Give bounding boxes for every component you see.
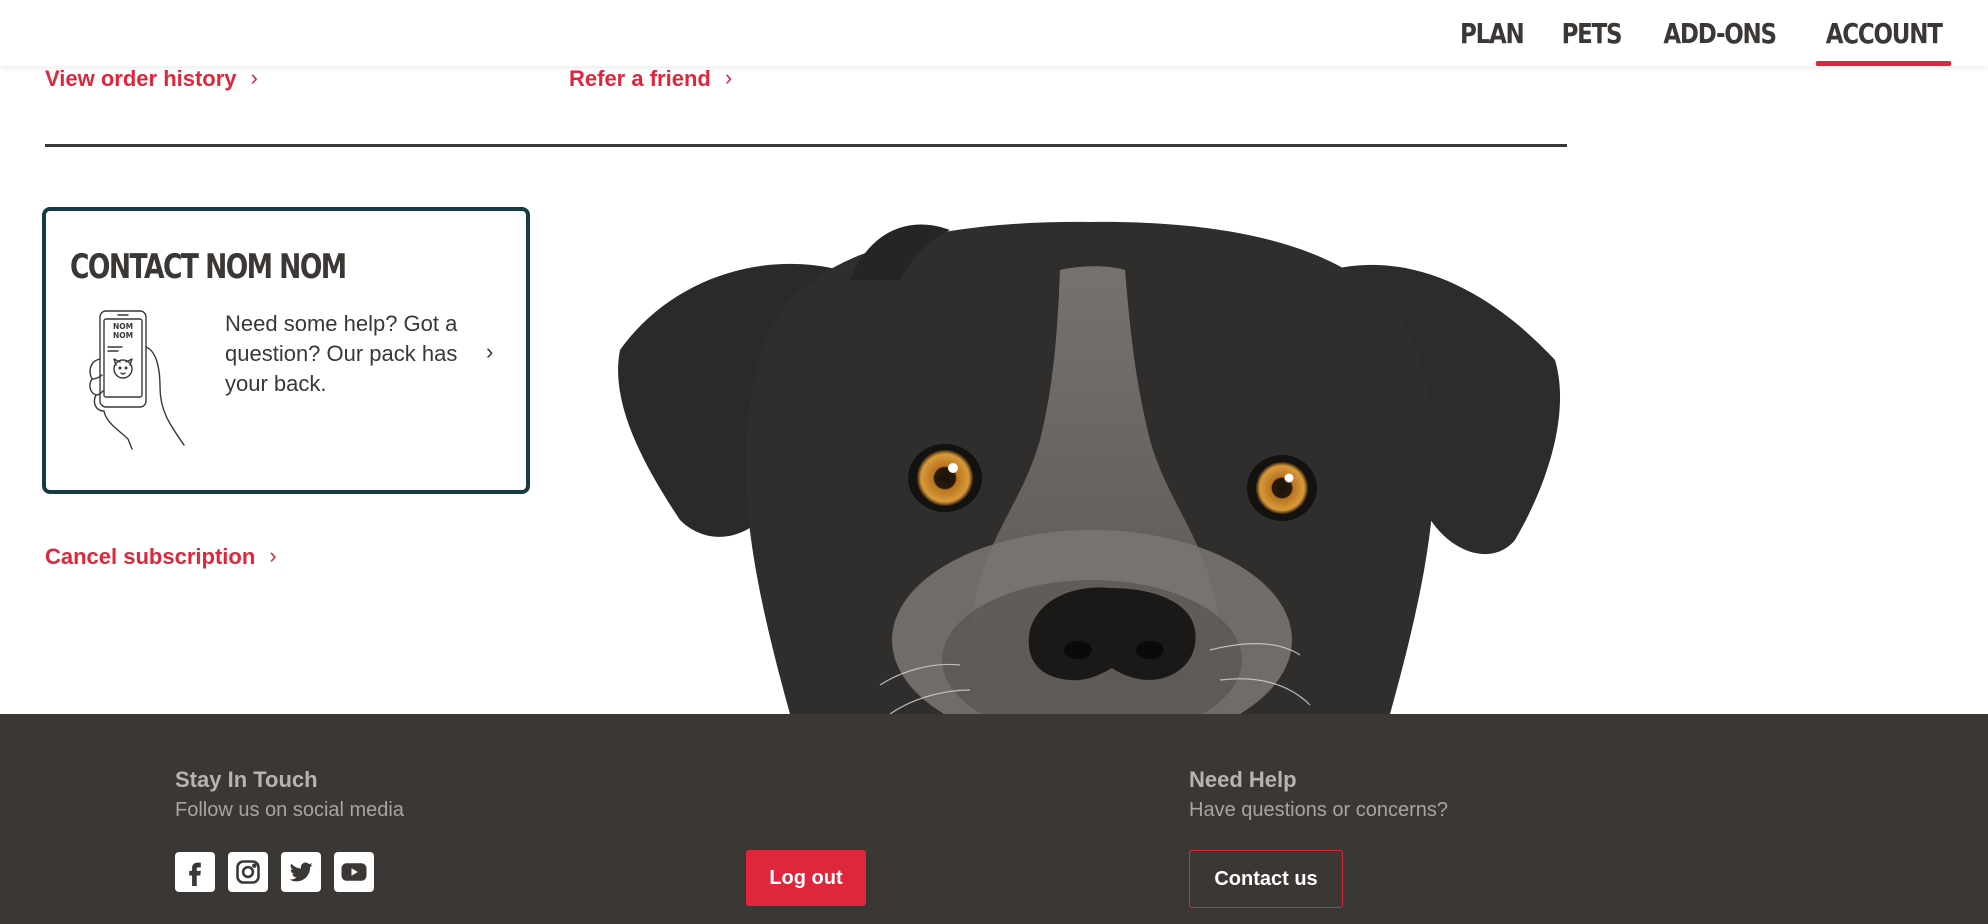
twitter-icon[interactable] bbox=[281, 852, 321, 892]
chevron-right-icon: › bbox=[250, 65, 258, 90]
chevron-right-icon: › bbox=[486, 339, 494, 364]
stay-in-touch-heading: Stay In Touch bbox=[175, 767, 318, 792]
contact-nom-nom-card[interactable]: CONTACT NOM NOM NOM NOM Need some help? … bbox=[42, 207, 530, 494]
main-nav: PLAN PETS ADD-ONS ACCOUNT bbox=[1441, 0, 1966, 66]
facebook-icon[interactable] bbox=[175, 852, 215, 892]
footer: Stay In Touch Follow us on social media … bbox=[0, 714, 1988, 924]
need-help-subheading: Have questions or concerns? bbox=[1189, 799, 1449, 821]
cancel-subscription-label: Cancel subscription bbox=[45, 544, 256, 569]
phone-screen-logo-bottom: NOM bbox=[113, 331, 133, 340]
dog-photo bbox=[618, 221, 1561, 714]
nav-add-ons[interactable]: ADD-ONS bbox=[1654, 0, 1786, 66]
refer-a-friend-link[interactable]: Refer a friend › bbox=[569, 65, 733, 92]
log-out-button[interactable]: Log out bbox=[746, 850, 866, 906]
phone-in-hand-icon: NOM NOM bbox=[89, 310, 185, 450]
chevron-right-icon: › bbox=[724, 65, 733, 90]
instagram-icon[interactable] bbox=[228, 852, 268, 892]
social-links bbox=[175, 852, 374, 892]
chevron-right-icon: › bbox=[269, 543, 277, 568]
refer-a-friend-label: Refer a friend bbox=[569, 66, 711, 91]
nav-plan[interactable]: PLAN bbox=[1450, 0, 1533, 66]
nav-pets[interactable]: PETS bbox=[1551, 0, 1630, 66]
youtube-icon[interactable] bbox=[334, 852, 374, 892]
contact-card-description: Need some help? Got a question? Our pack… bbox=[225, 311, 458, 396]
stay-in-touch-subheading: Follow us on social media bbox=[175, 799, 404, 821]
phone-screen-logo-top: NOM bbox=[113, 322, 133, 331]
contact-card-title: CONTACT NOM NOM bbox=[70, 247, 347, 287]
contact-us-button[interactable]: Contact us bbox=[1189, 850, 1343, 908]
cancel-subscription-link[interactable]: Cancel subscription › bbox=[45, 543, 277, 570]
top-navigation-bar: PLAN PETS ADD-ONS ACCOUNT bbox=[0, 0, 1988, 66]
nav-account[interactable]: ACCOUNT bbox=[1815, 0, 1952, 66]
need-help-heading: Need Help bbox=[1189, 767, 1297, 792]
view-order-history-link[interactable]: View order history › bbox=[45, 65, 258, 92]
section-divider bbox=[45, 144, 1567, 147]
view-order-history-label: View order history bbox=[45, 66, 237, 91]
